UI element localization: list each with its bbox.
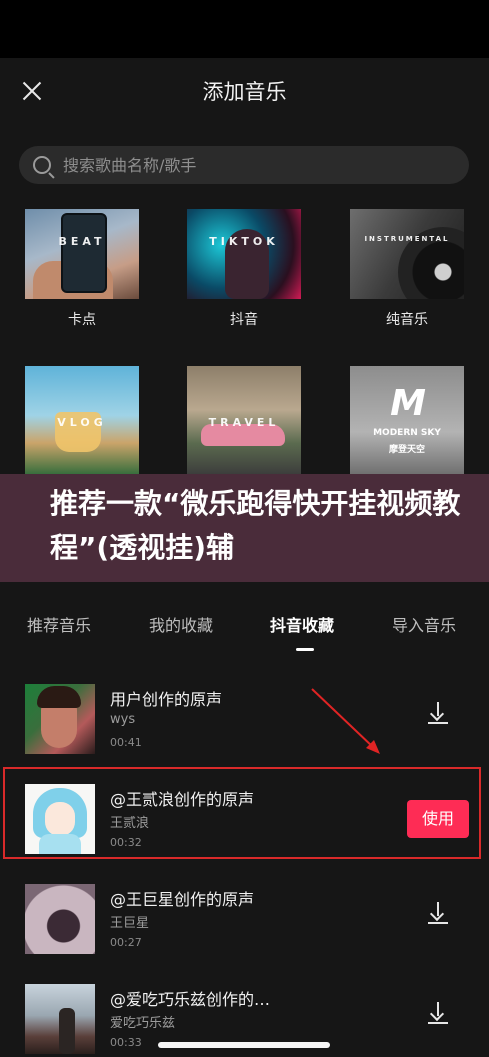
- category-cover-beat: BEAT: [25, 209, 139, 299]
- music-tabs: 推荐音乐 我的收藏 抖音收藏 导入音乐: [0, 612, 489, 652]
- cover-text: INSTRUMENTAL: [364, 235, 450, 243]
- download-icon[interactable]: [428, 1002, 448, 1024]
- song-cover: [25, 684, 95, 754]
- song-duration: 00:27: [110, 936, 142, 949]
- category-cover-vlog: VLOG: [25, 366, 139, 476]
- home-indicator: [158, 1042, 330, 1048]
- song-cover: [25, 984, 95, 1054]
- active-tab-indicator: [296, 648, 314, 651]
- cover-text: TIKTOK: [209, 235, 279, 248]
- category-instrumental[interactable]: INSTRUMENTAL 纯音乐: [350, 209, 464, 339]
- cover-text: TRAVEL: [208, 416, 280, 429]
- search-input[interactable]: [63, 146, 443, 184]
- hair-shape: [37, 686, 81, 708]
- category-label: 卡点: [68, 312, 96, 328]
- category-label: 纯音乐: [386, 312, 428, 328]
- song-duration: 00:33: [110, 1036, 142, 1049]
- category-tiktok[interactable]: TIKTOK 抖音: [187, 209, 301, 339]
- song-title: @爱吃巧乐兹创作的…: [110, 990, 271, 1009]
- tab-import-music[interactable]: 导入音乐: [392, 612, 456, 636]
- category-beat[interactable]: BEAT 卡点: [25, 209, 139, 339]
- category-cover-travel: TRAVEL: [187, 366, 301, 476]
- overlay-banner-text: 推荐一款“微乐跑得快开挂视频教程”(透视挂)辅: [50, 487, 461, 564]
- tab-douyin-favorites[interactable]: 抖音收藏: [270, 612, 334, 636]
- tab-my-favorites[interactable]: 我的收藏: [149, 612, 213, 636]
- phone-shape: [61, 213, 107, 293]
- page-title: 添加音乐: [202, 80, 287, 104]
- cover-text: BEAT: [58, 235, 106, 248]
- category-cover-tiktok: TIKTOK: [187, 209, 301, 299]
- cover-text: MODERN SKY: [373, 428, 441, 438]
- modern-sky-logo-icon: M: [390, 383, 426, 424]
- cover-text: VLOG: [57, 416, 107, 429]
- use-button[interactable]: 使用: [407, 800, 469, 838]
- song-duration: 00:41: [110, 736, 142, 749]
- search-bar[interactable]: [19, 146, 469, 184]
- category-cover-modern-sky: M MODERN SKY 摩登天空: [350, 366, 464, 476]
- song-title: 用户创作的原声: [110, 690, 223, 709]
- tab-recommended[interactable]: 推荐音乐: [27, 612, 91, 636]
- song-row[interactable]: @王巨星创作的原声 王巨星 00:27: [0, 878, 489, 966]
- category-cover-instrumental: INSTRUMENTAL: [350, 209, 464, 299]
- song-artist: wys: [110, 712, 136, 727]
- download-icon[interactable]: [428, 702, 448, 724]
- status-bar-area: [0, 0, 489, 58]
- song-row[interactable]: 用户创作的原声 wys 00:41: [0, 678, 489, 766]
- download-icon[interactable]: [428, 902, 448, 924]
- search-icon: [33, 156, 51, 174]
- song-cover: [25, 884, 95, 954]
- cover-subtext: 摩登天空: [388, 445, 425, 455]
- song-artist: 王巨星: [110, 916, 150, 931]
- category-label: 抖音: [230, 312, 258, 328]
- song-title: @王巨星创作的原声: [110, 890, 255, 909]
- song-artist: 爱吃巧乐兹: [110, 1016, 176, 1031]
- figure-shape: [59, 1008, 75, 1054]
